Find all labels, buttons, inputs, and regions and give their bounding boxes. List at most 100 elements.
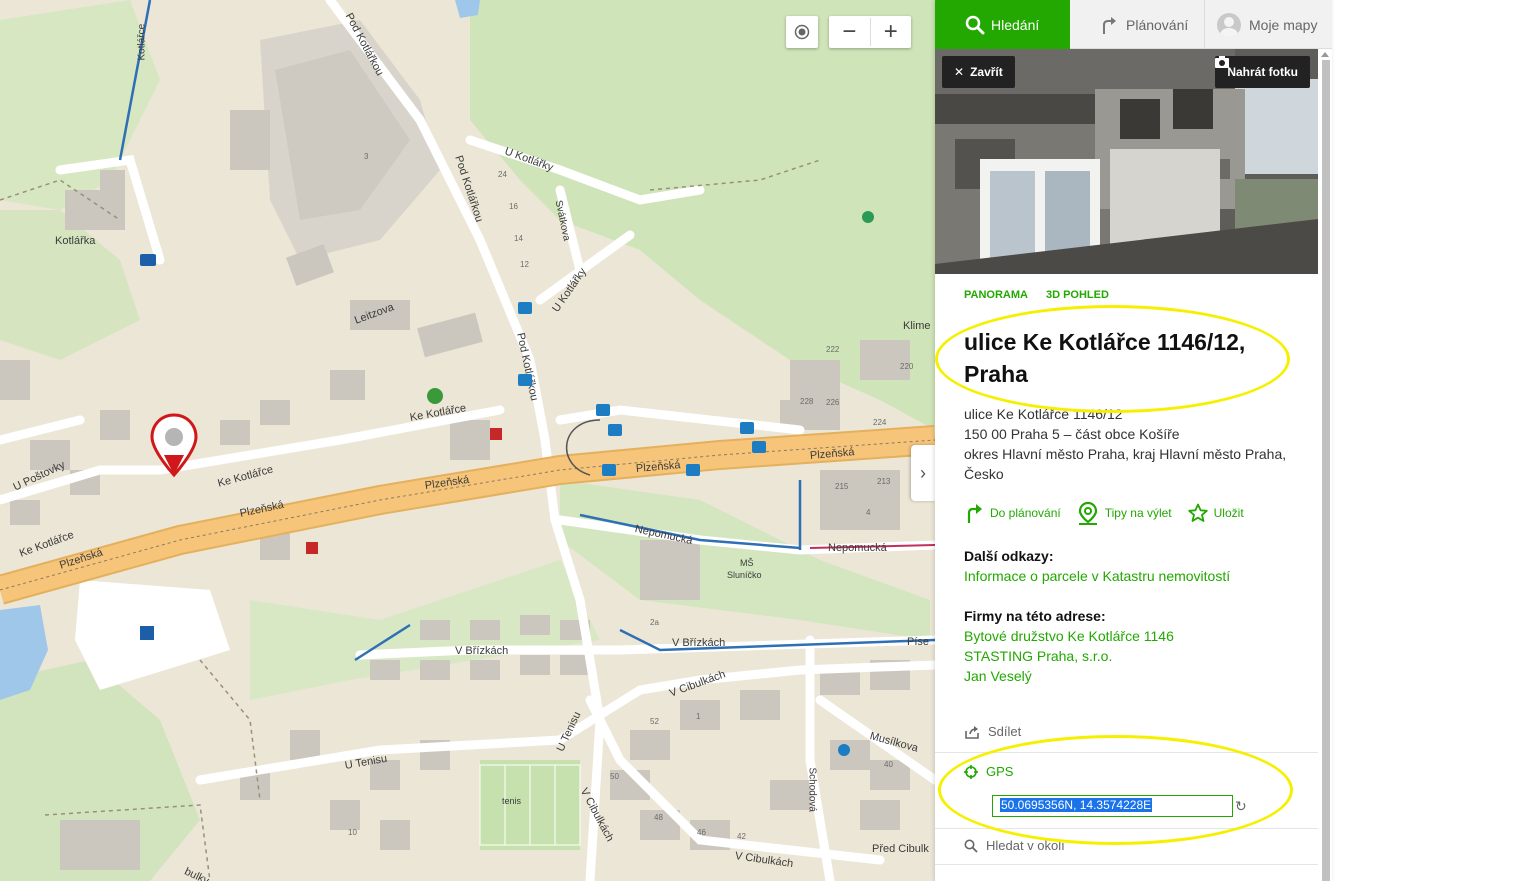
house-number: 24 xyxy=(498,170,507,179)
company-link[interactable]: Jan Veselý xyxy=(964,668,1032,684)
house-number: 50 xyxy=(610,772,619,781)
photo-view-links: PANORAMA 3D POHLED xyxy=(964,289,1109,301)
map-label-pred-cibulk: Před Cibulk xyxy=(872,843,929,855)
tab-my-maps[interactable]: Moje mapy xyxy=(1205,0,1332,49)
tram-stop-icon[interactable] xyxy=(608,424,622,436)
map-canvas[interactable]: Kotlářka Kotlářce Pod Kotlářkou Pod Kotl… xyxy=(0,0,935,881)
scroll-up-arrow-icon[interactable] xyxy=(1321,52,1329,57)
house-number: 10 xyxy=(348,828,357,837)
tab-search[interactable]: Hledání xyxy=(935,0,1070,49)
house-number: 4 xyxy=(866,508,871,517)
house-number: 40 xyxy=(884,760,893,769)
map-label-schodova: Schodová xyxy=(806,767,818,812)
house-number: 1 xyxy=(696,712,701,721)
house-number: 48 xyxy=(654,813,663,822)
share-button[interactable]: Sdílet xyxy=(964,724,1021,739)
tab-my-maps-label: Moje mapy xyxy=(1249,16,1318,33)
house-number: 224 xyxy=(873,418,887,427)
gps-coordinates-field[interactable]: 50.0695356N, 14.3574228E xyxy=(992,795,1233,817)
house-number: 226 xyxy=(826,398,840,407)
zoom-out-button[interactable]: − xyxy=(829,18,871,46)
map-label-ms: MŠ xyxy=(740,558,754,568)
parking-icon[interactable] xyxy=(140,626,154,640)
camera-icon xyxy=(1215,56,1230,68)
house-number: 16 xyxy=(509,202,518,211)
trip-tips-button[interactable]: Tipy na výlet xyxy=(1077,501,1172,525)
map-label-pise: Píse xyxy=(907,636,930,648)
company-link[interactable]: STASTING Praha, s.r.o. xyxy=(964,648,1112,664)
fuel-station-icon[interactable] xyxy=(490,428,502,440)
place-actions: Do plánování Tipy na výlet Uložit xyxy=(964,501,1244,525)
collapse-panel-button[interactable]: › xyxy=(911,445,935,501)
bus-stop-icon[interactable] xyxy=(518,374,532,386)
panorama-link[interactable]: PANORAMA xyxy=(964,289,1028,301)
to-planning-button[interactable]: Do plánování xyxy=(964,501,1061,525)
panel-tabs: Hledání Plánování Moje mapy xyxy=(935,0,1332,49)
map-label-kotlarka: Kotlářka xyxy=(55,235,96,247)
house-number: 222 xyxy=(826,345,840,354)
share-icon xyxy=(965,725,979,739)
tab-search-label: Hledání xyxy=(991,16,1040,33)
zoom-in-button[interactable]: + xyxy=(871,18,912,46)
medical-icon[interactable] xyxy=(838,744,850,756)
search-icon xyxy=(964,839,978,853)
address-line: 150 00 Praha 5 – část obce Košíře xyxy=(964,426,1180,442)
3d-view-link[interactable]: 3D POHLED xyxy=(1046,289,1109,301)
companies-heading: Firmy na této adrese: xyxy=(964,608,1106,624)
tram-stop-icon[interactable] xyxy=(740,422,754,434)
tram-stop-icon[interactable] xyxy=(602,464,616,476)
divider xyxy=(935,752,1318,753)
bus-stop-icon[interactable] xyxy=(140,254,156,266)
search-icon xyxy=(965,15,985,34)
locate-me-button[interactable] xyxy=(786,16,818,48)
close-photo-button[interactable]: ✕ Zavřít xyxy=(942,56,1015,88)
address-line: Česko xyxy=(964,466,1004,482)
search-nearby-label: Hledat v okolí xyxy=(986,838,1065,853)
map-marker-icon xyxy=(1078,501,1097,525)
map-label-klime: Klime xyxy=(903,320,931,332)
avatar-icon xyxy=(1217,12,1241,37)
house-number: 14 xyxy=(514,234,523,243)
place-photo[interactable]: ✕ Zavřít Nahrát fotku xyxy=(935,49,1318,274)
search-nearby-button[interactable]: Hledat v okolí xyxy=(964,838,1065,853)
tram-stop-icon[interactable] xyxy=(686,464,700,476)
upload-photo-button[interactable]: Nahrát fotku xyxy=(1215,56,1310,88)
map-label-slunecko: Sluníčko xyxy=(727,570,762,580)
house-number: 2a xyxy=(650,618,659,627)
recycling-icon[interactable] xyxy=(427,388,443,404)
cadastre-link[interactable]: Informace o parcele v Katastru nemovitos… xyxy=(964,568,1230,584)
house-number: 12 xyxy=(520,260,529,269)
location-pin-icon[interactable] xyxy=(150,413,198,479)
gps-label: GPS xyxy=(986,764,1014,779)
company-link[interactable]: Bytové družstvo Ke Kotlářce 1146 xyxy=(964,628,1174,644)
house-number: 228 xyxy=(800,397,814,406)
fuel-station-icon[interactable] xyxy=(306,542,318,554)
address-line: ulice Ke Kotlářce 1146/12 xyxy=(964,406,1123,422)
side-panel: Hledání Plánování Moje mapy ✕ Zavřít Nah… xyxy=(935,0,1332,881)
house-number: 215 xyxy=(835,482,849,491)
share-label: Sdílet xyxy=(988,724,1022,739)
tram-stop-icon[interactable] xyxy=(752,441,766,453)
house-number: 220 xyxy=(900,362,914,371)
panel-content[interactable]: ✕ Zavřít Nahrát fotku PANORAMA 3D POHLED… xyxy=(935,49,1332,881)
address-line: okres Hlavní město Praha, kraj Hlavní mě… xyxy=(964,446,1287,462)
house-number: 52 xyxy=(650,717,659,726)
mapy-cz-app: Kotlářka Kotlářce Pod Kotlářkou Pod Kotl… xyxy=(0,0,1536,881)
save-button[interactable]: Uložit xyxy=(1187,501,1244,525)
switch-format-icon[interactable]: ↻ xyxy=(1235,798,1247,815)
save-label: Uložit xyxy=(1213,506,1244,520)
tab-planning[interactable]: Plánování xyxy=(1070,0,1205,49)
house-number: 3 xyxy=(364,152,369,161)
map-label-nepomucka: Nepomucká xyxy=(828,542,887,554)
tram-stop-icon[interactable] xyxy=(596,404,610,416)
park-icon[interactable] xyxy=(862,211,874,223)
bus-stop-icon[interactable] xyxy=(518,302,532,314)
route-arrow-icon xyxy=(967,504,982,523)
zoom-controls: − + xyxy=(829,16,911,48)
panel-scrollbar[interactable] xyxy=(1322,60,1330,881)
house-number: 42 xyxy=(737,832,746,841)
map-label-kotlarce: Kotlářce xyxy=(136,23,148,61)
trip-tips-label: Tipy na výlet xyxy=(1104,506,1172,520)
map-label-tenis: tenis xyxy=(502,796,522,806)
to-planning-label: Do plánování xyxy=(990,506,1061,520)
